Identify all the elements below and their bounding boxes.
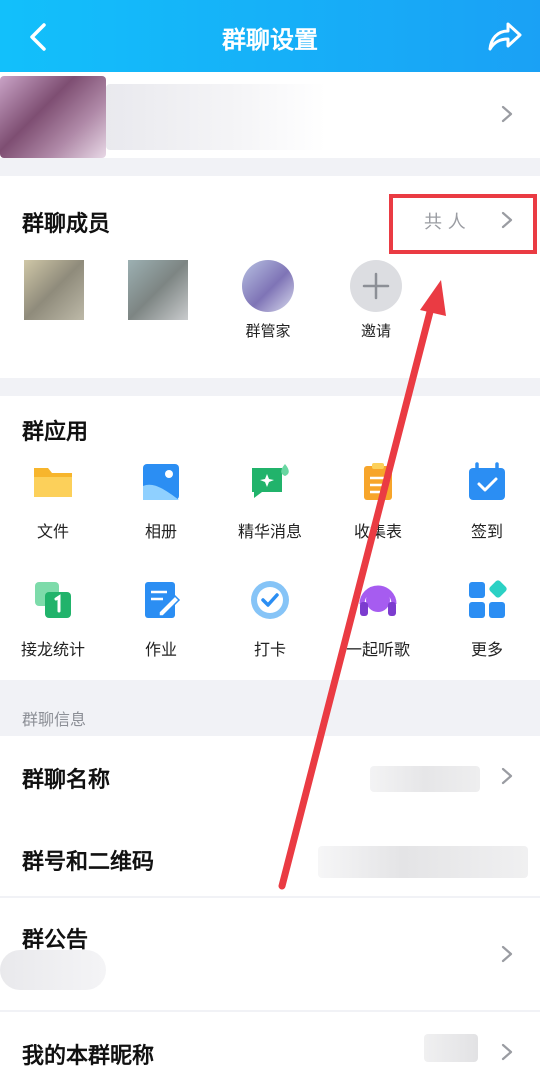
annotation-arrow: [278, 280, 446, 890]
